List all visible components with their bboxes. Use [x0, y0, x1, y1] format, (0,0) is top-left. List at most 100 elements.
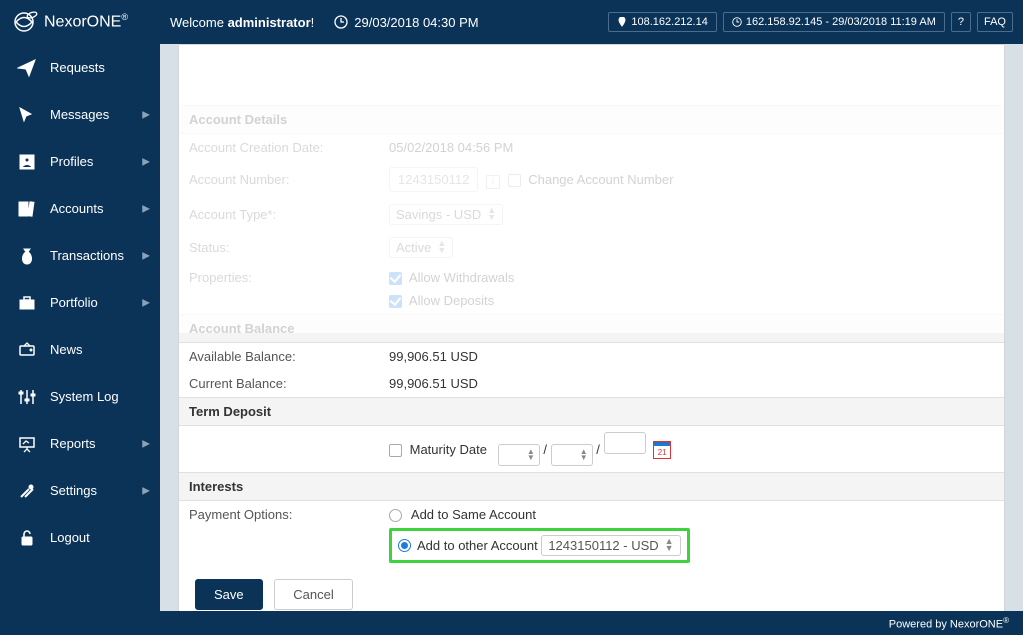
header-datetime: 29/03/2018 04:30 PM — [354, 15, 478, 30]
sidebar: Requests Messages ▶ Profiles ▶ Accounts … — [0, 44, 160, 611]
globe-icon — [10, 7, 40, 37]
paper-plane-icon — [16, 58, 38, 78]
current-ip-text: 108.162.212.14 — [631, 16, 707, 28]
main-content: Account Details Account Creation Date: 0… — [160, 44, 1023, 611]
section-interests: Interests — [179, 472, 1004, 500]
other-account-select[interactable]: 1243150112 - USD ▲▼ — [541, 535, 680, 556]
maturity-year-input[interactable] — [604, 432, 646, 454]
caret-icon: ▲▼ — [437, 240, 446, 254]
clock-icon — [732, 17, 742, 27]
allow-withdrawals-checkbox[interactable] — [389, 272, 402, 285]
form-actions: Save Cancel — [179, 569, 1004, 611]
cancel-button[interactable]: Cancel — [274, 579, 352, 610]
account-type-select[interactable]: Savings - USD ▲▼ — [389, 204, 503, 225]
welcome-text: Welcome administrator! — [170, 15, 314, 30]
section-term-deposit: Term Deposit — [179, 397, 1004, 425]
account-number-input[interactable]: 1243150112 — [389, 167, 478, 192]
sidebar-item-transactions[interactable]: Transactions ▶ — [0, 232, 160, 279]
pin-icon — [617, 17, 627, 27]
status-label: Status: — [179, 231, 379, 264]
sidebar-item-label: Messages — [50, 107, 109, 122]
sidebar-item-label: Transactions — [50, 248, 124, 263]
allow-withdrawals-label: Allow Withdrawals — [409, 270, 514, 285]
current-ip-box[interactable]: 108.162.212.14 — [608, 12, 716, 32]
chevron-right-icon: ▶ — [142, 438, 150, 449]
maturity-day-select[interactable]: ▲▼ — [551, 444, 593, 466]
sliders-icon — [16, 387, 38, 407]
tools-icon — [16, 481, 38, 501]
faq-button[interactable]: FAQ — [977, 12, 1013, 32]
properties-label: Properties: — [179, 264, 379, 315]
maturity-date-checkbox[interactable] — [389, 444, 402, 457]
allow-deposits-label: Allow Deposits — [409, 293, 494, 308]
sidebar-item-label: Reports — [50, 436, 96, 451]
change-account-number-checkbox[interactable] — [508, 174, 521, 187]
sidebar-item-portfolio[interactable]: Portfolio ▶ — [0, 279, 160, 326]
calendar-icon[interactable]: 21 — [653, 441, 671, 459]
cursor-icon — [16, 105, 38, 125]
add-to-same-radio[interactable] — [389, 509, 402, 522]
brand-name: NexorONE® — [44, 12, 128, 31]
sidebar-item-news[interactable]: News — [0, 326, 160, 373]
sidebar-item-accounts[interactable]: Accounts ▶ — [0, 185, 160, 232]
lock-icon — [16, 528, 38, 548]
sidebar-item-reports[interactable]: Reports ▶ — [0, 420, 160, 467]
sidebar-item-label: System Log — [50, 389, 119, 404]
app-header: NexorONE® Welcome administrator! 29/03/2… — [0, 0, 1023, 44]
account-panel: Account Details Account Creation Date: 0… — [178, 44, 1005, 611]
sidebar-item-label: Settings — [50, 483, 97, 498]
chevron-right-icon: ▶ — [142, 156, 150, 167]
current-balance-value: 99,906.51 USD — [379, 370, 1004, 398]
app-footer: Powered by NexorONE® — [0, 611, 1023, 635]
sidebar-item-label: Logout — [50, 530, 90, 545]
sidebar-item-settings[interactable]: Settings ▶ — [0, 467, 160, 514]
money-bag-icon — [16, 246, 38, 266]
chevron-right-icon: ▶ — [142, 297, 150, 308]
chevron-right-icon: ▶ — [142, 109, 150, 120]
books-icon — [16, 199, 38, 219]
chevron-right-icon: ▶ — [142, 250, 150, 261]
footer-text: Powered by NexorONE® — [889, 616, 1009, 631]
brand-logo: NexorONE® — [10, 7, 170, 37]
profile-icon — [16, 152, 38, 172]
section-account-balance: Account Balance — [179, 314, 1004, 342]
sidebar-item-label: Accounts — [50, 201, 103, 216]
add-to-other-highlight: Add to other Account 1243150112 - USD ▲▼ — [389, 528, 690, 563]
caret-icon: ▲▼ — [487, 207, 496, 221]
last-login-text: 162.158.92.145 - 29/03/2018 11:19 AM — [746, 16, 936, 28]
allow-deposits-checkbox[interactable] — [389, 295, 402, 308]
maturity-date-label: Maturity Date — [410, 442, 487, 457]
status-select[interactable]: Active ▲▼ — [389, 237, 453, 258]
available-balance-label: Available Balance: — [179, 342, 379, 370]
sidebar-item-messages[interactable]: Messages ▶ — [0, 91, 160, 138]
caret-icon: ▲▼ — [665, 538, 674, 552]
info-icon[interactable]: i — [486, 175, 500, 189]
current-balance-label: Current Balance: — [179, 370, 379, 398]
section-account-details: Account Details — [179, 105, 1004, 133]
account-number-label: Account Number: — [179, 161, 379, 198]
briefcase-icon — [16, 293, 38, 313]
available-balance-value: 99,906.51 USD — [379, 342, 1004, 370]
add-to-other-label: Add to other Account — [417, 538, 538, 553]
add-to-same-label: Add to Same Account — [411, 507, 536, 522]
change-account-number-label: Change Account Number — [528, 172, 673, 187]
clock-icon — [334, 15, 348, 29]
sidebar-item-label: Requests — [50, 60, 105, 75]
tv-icon — [16, 340, 38, 360]
payment-options-label: Payment Options: — [179, 500, 379, 569]
sidebar-item-profiles[interactable]: Profiles ▶ — [0, 138, 160, 185]
account-creation-date-label: Account Creation Date: — [179, 133, 379, 161]
help-button[interactable]: ? — [951, 12, 971, 32]
sidebar-item-system-log[interactable]: System Log — [0, 373, 160, 420]
maturity-month-select[interactable]: ▲▼ — [498, 444, 540, 466]
chevron-right-icon: ▶ — [142, 485, 150, 496]
presentation-icon — [16, 434, 38, 454]
save-button[interactable]: Save — [195, 579, 263, 610]
account-type-label: Account Type*: — [179, 198, 379, 231]
chevron-right-icon: ▶ — [142, 203, 150, 214]
sidebar-item-logout[interactable]: Logout — [0, 514, 160, 561]
add-to-other-radio[interactable] — [398, 539, 411, 552]
sidebar-item-label: Portfolio — [50, 295, 98, 310]
last-login-box[interactable]: 162.158.92.145 - 29/03/2018 11:19 AM — [723, 12, 945, 32]
sidebar-item-requests[interactable]: Requests — [0, 44, 160, 91]
